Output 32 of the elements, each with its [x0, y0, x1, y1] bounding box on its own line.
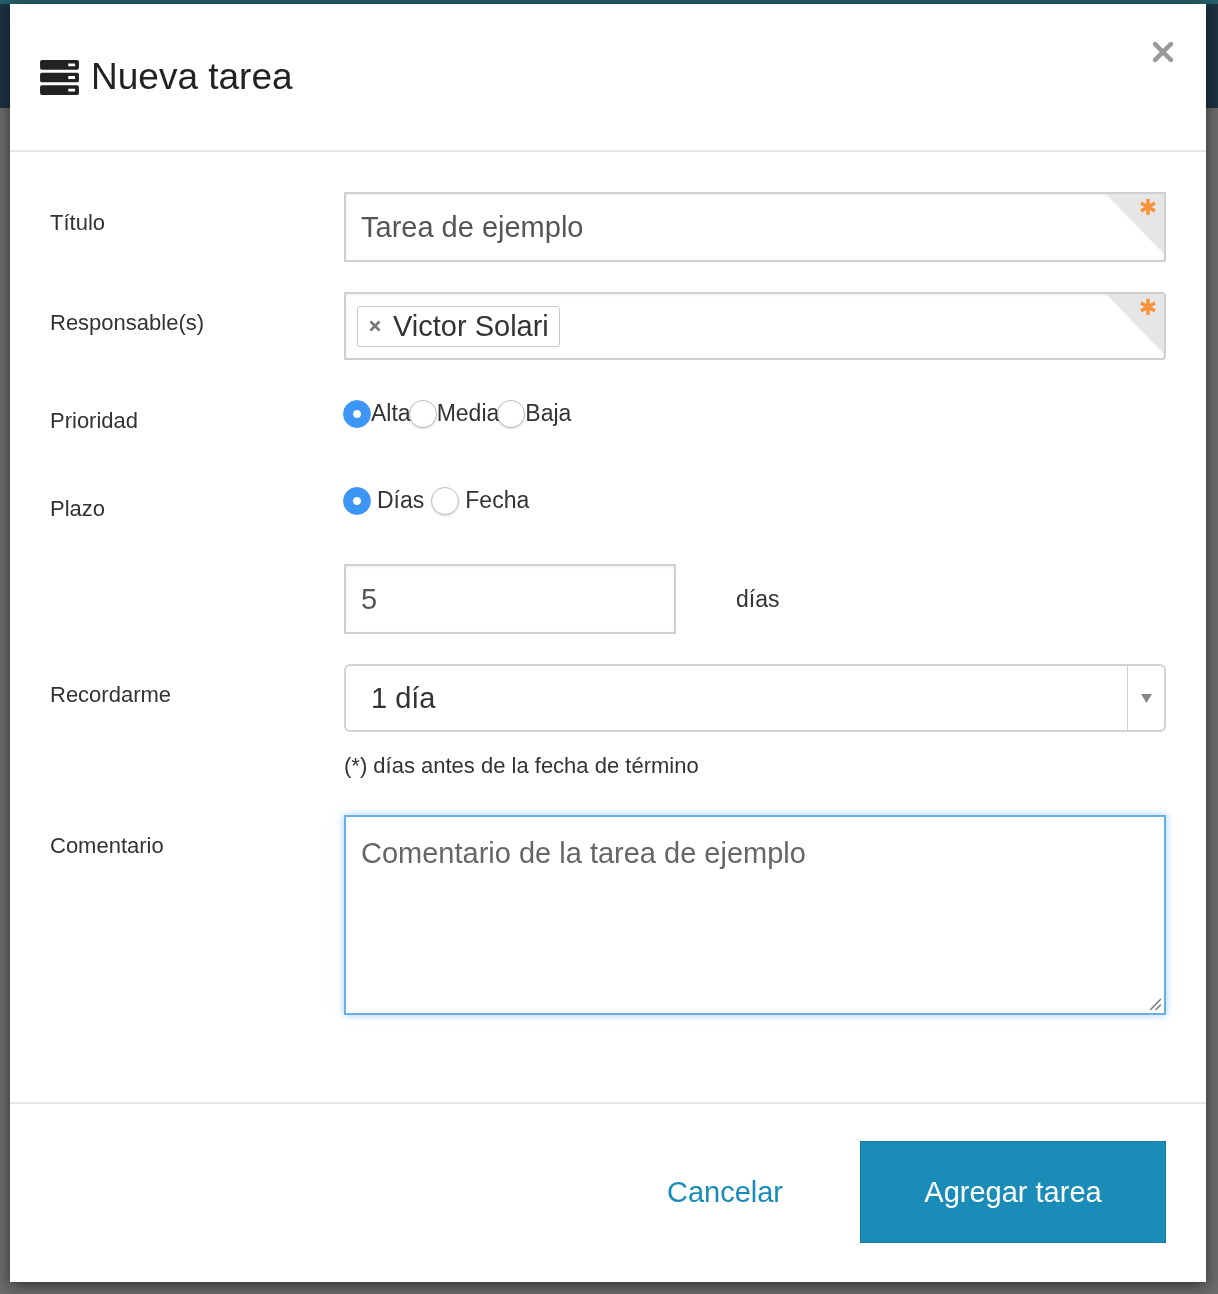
- radio-label[interactable]: Días: [377, 487, 425, 514]
- field-label: Recordarme: [50, 681, 173, 708]
- comment-textarea[interactable]: Comentario de la tarea de ejemplo: [344, 815, 1166, 1015]
- radio-label[interactable]: Baja: [525, 400, 572, 427]
- dialog-title: Nueva tarea: [91, 56, 293, 98]
- caret-icon: [1140, 693, 1152, 703]
- radio-label[interactable]: Fecha: [465, 487, 530, 514]
- submit-button[interactable]: Agregar tarea: [860, 1141, 1166, 1243]
- server-icon: [40, 59, 79, 95]
- radio-button[interactable]: [431, 486, 460, 515]
- radio-label[interactable]: Alta: [371, 400, 411, 427]
- radio-button[interactable]: [497, 399, 526, 428]
- field-label: Prioridad: [50, 407, 140, 434]
- close-button[interactable]: [1153, 42, 1173, 62]
- cancel-link[interactable]: Cancelar: [666, 1175, 783, 1209]
- unit-label: días: [736, 585, 780, 613]
- remove-icon[interactable]: [369, 320, 381, 332]
- field-label: Título: [50, 209, 107, 236]
- hint-text: (*) días antes de la fecha de término: [344, 753, 700, 779]
- field-label: Plazo: [50, 495, 107, 522]
- text-input[interactable]: Tarea de ejemplo: [344, 192, 1166, 262]
- radio-button[interactable]: [343, 486, 371, 515]
- tag-input[interactable]: Victor Solari: [344, 292, 1166, 360]
- assignee-tag[interactable]: Victor Solari: [357, 305, 560, 347]
- radio-button[interactable]: [343, 399, 371, 428]
- radio-label[interactable]: Media: [436, 400, 500, 427]
- resize-grip-icon[interactable]: [1149, 998, 1162, 1011]
- field-label: Comentario: [50, 832, 165, 859]
- field-label: Responsable(s): [50, 309, 206, 336]
- close-icon: [1153, 42, 1173, 62]
- number-input[interactable]: 5: [344, 564, 676, 634]
- select-field[interactable]: 1 día: [344, 664, 1166, 732]
